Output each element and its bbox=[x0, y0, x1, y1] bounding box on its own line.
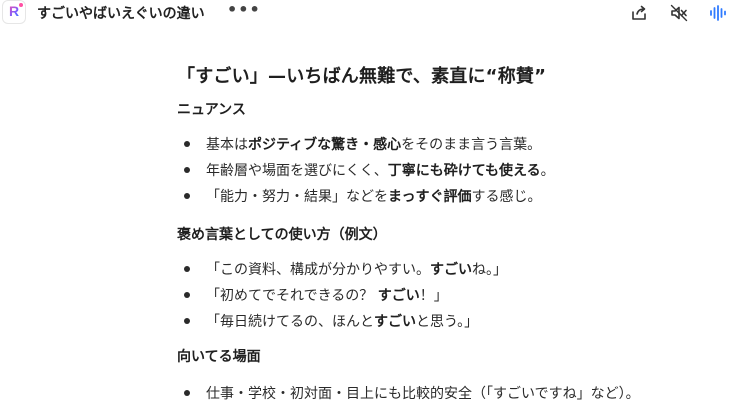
answer-heading: 「すごい」—いちばん無難で、素直に“称賛” bbox=[177, 66, 547, 87]
list-item: 年齢層や場面を選びにくく、丁寧にも砕けても使える。 bbox=[206, 163, 555, 179]
list-item: 「能力・努力・結果」などをまっすぐ評価する感じ。 bbox=[206, 189, 542, 205]
bullet-icon bbox=[184, 390, 190, 396]
section-title-situations: 向いてる場面 bbox=[177, 349, 261, 365]
list-item: 「毎日続けてるの、ほんとすごいと思う。」 bbox=[206, 314, 479, 330]
section-title-examples: 褒め言葉としての使い方（例文） bbox=[177, 227, 387, 243]
list-item: 「この資料、構成が分かりやすい。すごいね。」 bbox=[206, 262, 507, 278]
bullet-icon bbox=[184, 266, 190, 272]
bullet-icon bbox=[184, 318, 190, 324]
bullet-icon bbox=[184, 167, 190, 173]
message-content: 「すごい」—いちばん無難で、素直に“称賛” ニュアンス 基本はポジティブな驚き・… bbox=[0, 0, 741, 409]
list-item: 基本はポジティブな驚き・感心をそのまま言う言葉。 bbox=[206, 137, 542, 153]
section-title-nuance: ニュアンス bbox=[177, 102, 246, 118]
list-item: 「初めてでそれできるの？ すごい！」 bbox=[206, 288, 448, 304]
bullet-icon bbox=[184, 292, 190, 298]
bullet-icon bbox=[184, 141, 190, 147]
bullet-icon bbox=[184, 193, 190, 199]
list-item: 仕事・学校・初対面・目上にも比較的安全（「すごいですね」など）。 bbox=[206, 386, 640, 402]
